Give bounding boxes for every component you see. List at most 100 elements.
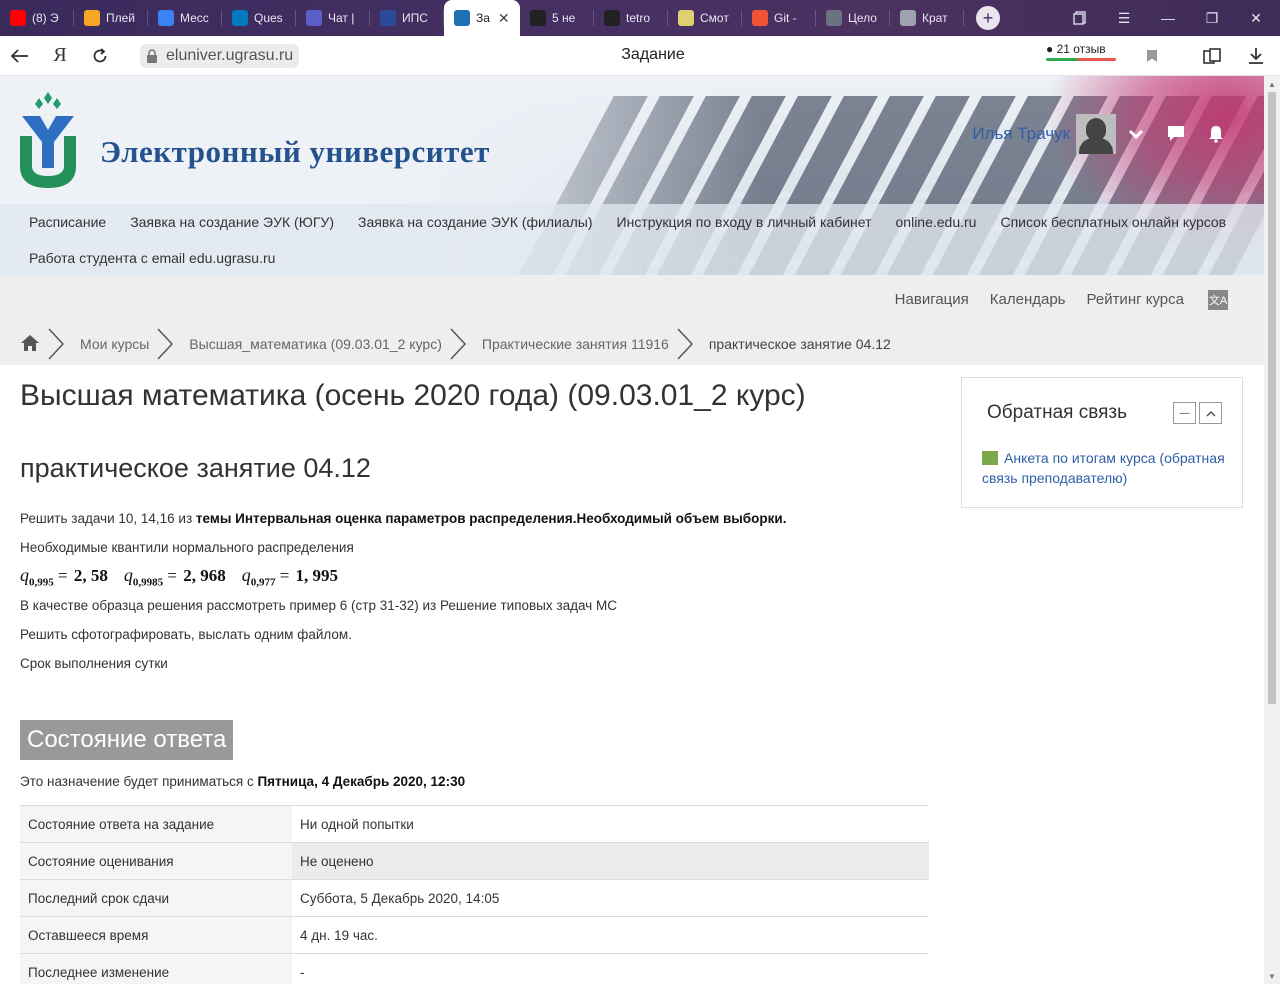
top-menu-item[interactable]: online.edu.ru	[884, 214, 989, 230]
table-row: Оставшееся время 4 дн. 19 час.	[20, 916, 929, 954]
university-logo-icon[interactable]	[18, 90, 78, 190]
video-icon	[678, 10, 694, 26]
doc-icon	[826, 10, 842, 26]
messages-icon[interactable]	[1156, 114, 1196, 154]
secondary-nav-link[interactable]: Календарь	[990, 291, 1066, 308]
breadcrumb-home[interactable]	[20, 334, 40, 355]
address-bar: Я eluniver.ugrasu.ru Задание ● 21 отзыв	[0, 36, 1280, 76]
back-arrow-icon[interactable]	[0, 36, 40, 76]
url-text: eluniver.ugrasu.ru	[166, 46, 294, 64]
browser-tab[interactable]: За ✕	[444, 0, 520, 36]
breadcrumb-label: Практические занятия 11916	[481, 336, 669, 352]
reviews-widget[interactable]: ● 21 отзыв	[1046, 42, 1116, 61]
scroll-up-icon[interactable]: ▲	[1264, 76, 1280, 92]
status-key: Состояние оценивания	[20, 842, 292, 880]
header-banner: Электронный университет Илья Трачук Расп…	[0, 76, 1264, 275]
tab-list: (8) Э Плей Месс Ques Чат | ИПС За ✕ 5 нe tetro Смо…	[0, 0, 964, 36]
tab-title: Плей	[106, 11, 136, 25]
git-icon	[752, 10, 768, 26]
new-tab-button[interactable]: +	[976, 6, 1000, 30]
status-value: Ни одной попытки	[292, 805, 929, 843]
browser-tab[interactable]: 5 нe	[520, 0, 594, 36]
top-menu-row-2: Работа студента с email edu.ugrasu.ru	[0, 240, 1264, 275]
browser-tab[interactable]: Месс	[148, 0, 222, 36]
tab-title: Месс	[180, 11, 209, 25]
secondary-nav-link[interactable]: Навигация	[895, 291, 969, 308]
music-icon	[84, 10, 100, 26]
collapse-block-icon[interactable]	[1199, 402, 1222, 424]
top-menu-item[interactable]: Список бесплатных онлайн курсов	[988, 214, 1238, 230]
browser-tab[interactable]: Цело	[816, 0, 890, 36]
browser-tab[interactable]: Git -	[742, 0, 816, 36]
language-icon[interactable]: 文A	[1208, 290, 1228, 310]
scrollbar-thumb[interactable]	[1268, 92, 1276, 704]
breadcrumb-item[interactable]: практическое занятие 04.12	[669, 327, 891, 361]
web-page: Электронный университет Илья Трачук Расп…	[0, 76, 1264, 984]
avatar[interactable]	[1076, 114, 1116, 154]
top-menu-item[interactable]: Работа студента с email edu.ugrasu.ru	[17, 250, 287, 266]
minimize-icon[interactable]: —	[1146, 0, 1190, 36]
top-menu-item[interactable]: Заявка на создание ЭУК (ЮГУ)	[118, 214, 346, 230]
breadcrumb-label: практическое занятие 04.12	[708, 336, 891, 352]
url-field[interactable]: eluniver.ugrasu.ru	[140, 43, 300, 68]
browser-tab[interactable]: Смот	[668, 0, 742, 36]
dock-block-icon[interactable]: —	[1173, 402, 1196, 424]
secondary-navigation: Навигация Календарь Рейтинг курса 文A Мои к…	[0, 275, 1264, 365]
browser-tab-strip: (8) Э Плей Месс Ques Чат | ИПС За ✕ 5 нe tetro Смо…	[0, 0, 1280, 36]
browser-tab[interactable]: Чат |	[296, 0, 370, 36]
collections-icon[interactable]	[1200, 44, 1224, 68]
page-scrollbar[interactable]: ▲ ▼	[1264, 76, 1280, 984]
close-window-icon[interactable]: ✕	[1234, 0, 1278, 36]
table-row: Состояние ответа на задание Ни одной попы…	[20, 805, 929, 843]
browser-tab[interactable]: (8) Э	[0, 0, 74, 36]
top-menu-item[interactable]: Инструкция по входу в личный кабинет	[605, 214, 884, 230]
messenger-icon	[158, 10, 174, 26]
ips-icon	[380, 10, 396, 26]
tab-title: ИПС	[402, 11, 428, 25]
grid-icon	[900, 10, 916, 26]
close-tab-icon[interactable]: ✕	[498, 10, 510, 27]
quantile-term: q0,977 = 1, 995	[241, 565, 339, 589]
quantile-term: q0,9985 = 2, 968	[123, 565, 226, 589]
user-menu: Илья Трачук	[972, 114, 1236, 154]
yandex-logo-icon[interactable]: Я	[40, 36, 80, 76]
secondary-nav-link[interactable]: Рейтинг курса	[1087, 291, 1185, 308]
github-icon	[604, 10, 620, 26]
feedback-block-title: Обратная связь	[987, 402, 1127, 423]
browser-menu-icon[interactable]: ☰	[1102, 0, 1146, 36]
feedback-survey-link[interactable]: Анкета по итогам курса (обратная связь п…	[982, 448, 1232, 488]
breadcrumb-item[interactable]: Практические занятия 11916	[442, 327, 669, 361]
tab-title: Ques	[254, 11, 283, 25]
browser-tab[interactable]: Плей	[74, 0, 148, 36]
scroll-down-icon[interactable]: ▼	[1264, 968, 1280, 984]
chevron-down-icon[interactable]	[1116, 114, 1156, 154]
user-name[interactable]: Илья Трачук	[972, 124, 1070, 144]
browser-tab[interactable]: Ques	[222, 0, 296, 36]
quantiles-label: Необходимые квантили нормального распред…	[20, 540, 354, 555]
submission-status-heading: Состояние ответа	[20, 720, 234, 760]
site-title[interactable]: Электронный университет	[100, 134, 490, 170]
tab-title: Git -	[774, 11, 797, 25]
tab-title: 5 нe	[552, 11, 576, 25]
table-row: Состояние оценивания Не оценено	[20, 842, 929, 880]
restore-icon[interactable]: ❐	[1190, 0, 1234, 36]
breadcrumb-item[interactable]: Мои курсы	[40, 327, 149, 361]
main-content: Высшая математика (осень 2020 года) (09.…	[20, 365, 930, 671]
download-icon[interactable]	[1244, 44, 1268, 68]
browser-tab[interactable]: ИПС	[370, 0, 444, 36]
lesson-title: практическое занятие 04.12	[20, 453, 371, 483]
top-menu-row-1: Расписание Заявка на создание ЭУК (ЮГУ) За…	[0, 204, 1264, 240]
home-icon[interactable]	[20, 334, 40, 355]
quantile-level: 0,9985	[132, 576, 164, 589]
reload-icon[interactable]	[80, 36, 120, 76]
tab-title: (8) Э	[32, 11, 59, 25]
bell-icon[interactable]	[1196, 114, 1236, 154]
breadcrumb-item[interactable]: Высшая_математика (09.03.01_2 курс)	[149, 327, 442, 361]
top-menu-item[interactable]: Расписание	[17, 214, 118, 230]
browser-tab[interactable]: tetro	[594, 0, 668, 36]
tabs-menu-icon[interactable]	[1058, 0, 1102, 36]
bookmark-icon[interactable]	[1140, 44, 1164, 68]
top-menu-item[interactable]: Заявка на создание ЭУК (филиалы)	[346, 214, 605, 230]
feedback-block: Обратная связь — Анкета по итогам курса …	[961, 377, 1243, 508]
browser-tab[interactable]: Крат	[890, 0, 964, 36]
